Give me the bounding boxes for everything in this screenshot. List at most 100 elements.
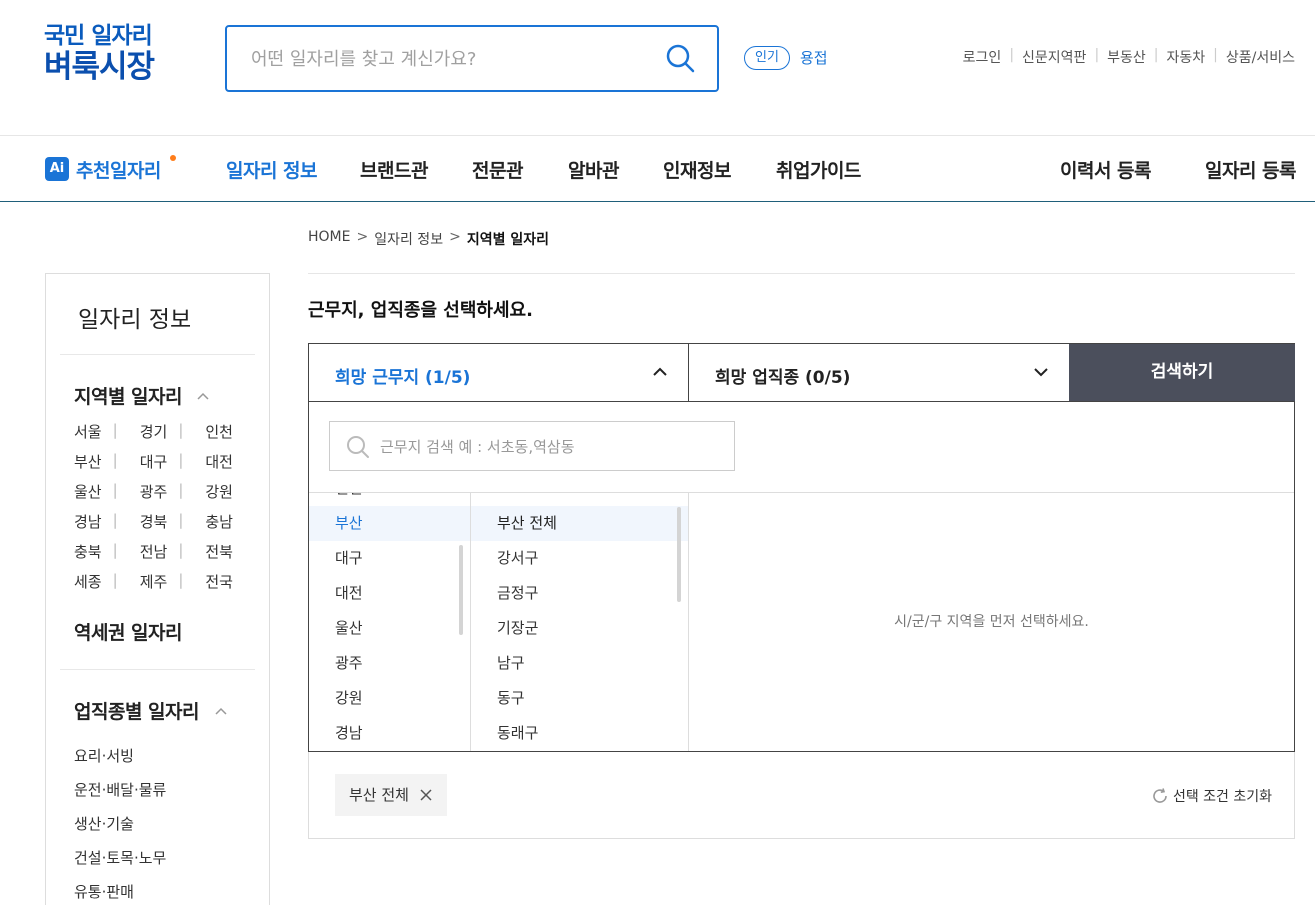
district-option[interactable]: 동래구 xyxy=(471,716,688,751)
nav-talent[interactable]: 인재정보 xyxy=(663,156,731,183)
district-option[interactable]: 금정구 xyxy=(471,576,688,611)
district-column[interactable]: 부산 전체 강서구 금정구 기장군 남구 동구 동래구 xyxy=(471,493,689,751)
nav-specialty[interactable]: 전문관 xyxy=(472,156,523,183)
job-category-link[interactable]: 생산·기술 xyxy=(74,807,166,841)
nav-brand[interactable]: 브랜드관 xyxy=(360,156,428,183)
divider: | xyxy=(112,421,118,439)
region-link[interactable]: 인천 xyxy=(205,421,244,451)
divider: | xyxy=(178,571,184,589)
district-option[interactable]: 남구 xyxy=(471,646,688,681)
divider: | xyxy=(112,541,118,559)
region-link[interactable]: 부산 xyxy=(74,451,113,481)
main-search xyxy=(225,25,719,92)
reset-conditions-button[interactable]: 선택 조건 초기화 xyxy=(1151,786,1272,806)
breadcrumb-job-info[interactable]: 일자리 정보 xyxy=(374,229,443,249)
region-link[interactable]: 세종 xyxy=(74,571,113,601)
main-search-input[interactable] xyxy=(251,43,651,75)
region-scrollbar[interactable] xyxy=(459,545,463,635)
region-link[interactable]: 대구 xyxy=(140,451,179,481)
selected-conditions: 부산 전체 선택 조건 초기화 xyxy=(308,752,1295,839)
region-link[interactable]: 전국 xyxy=(205,571,244,601)
goods-services-link[interactable]: 상품/서비스 xyxy=(1226,47,1295,67)
region-link[interactable]: 경북 xyxy=(140,511,179,541)
chevron-up-icon xyxy=(653,367,667,376)
chevron-up-icon[interactable] xyxy=(215,705,227,717)
chevron-up-icon[interactable] xyxy=(197,390,209,402)
region-link[interactable]: 전남 xyxy=(140,541,179,571)
district-option[interactable]: 동구 xyxy=(471,681,688,716)
popular-badge: 인기 xyxy=(744,46,790,70)
location-search xyxy=(329,421,735,471)
region-link[interactable]: 강원 xyxy=(205,481,244,511)
job-category-list: 요리·서빙 운전·배달·물류 생산·기술 건설·토목·노무 유통·판매 xyxy=(74,739,166,905)
region-option[interactable]: 광주 xyxy=(309,646,470,681)
logo[interactable]: 국민 일자리 벼룩시장 xyxy=(44,23,155,84)
region-link[interactable]: 경남 xyxy=(74,511,113,541)
tab-desired-location[interactable]: 희망 근무지 (1/5) xyxy=(309,344,689,401)
nav-career-guide[interactable]: 취업가이드 xyxy=(776,156,861,183)
login-link[interactable]: 로그인 xyxy=(963,47,1002,67)
breadcrumb-current: 지역별 일자리 xyxy=(466,232,549,248)
region-column[interactable]: 인천 부산 대구 대전 울산 광주 강원 경남 xyxy=(309,493,471,751)
district-option-selected[interactable]: 부산 전체 xyxy=(471,506,688,541)
sidebar-job-section[interactable]: 업직종별 일자리 xyxy=(74,697,199,724)
location-search-input[interactable] xyxy=(380,434,720,460)
region-link[interactable]: 경기 xyxy=(140,421,179,451)
region-link[interactable]: 제주 xyxy=(140,571,179,601)
nav-register-job[interactable]: 일자리 등록 xyxy=(1205,156,1297,183)
job-category-link[interactable]: 유통·판매 xyxy=(74,875,166,905)
logo-line1: 국민 일자리 xyxy=(44,23,153,49)
region-option[interactable]: 대전 xyxy=(309,576,470,611)
newspaper-region-link[interactable]: 신문지역판 xyxy=(1022,47,1086,67)
region-option[interactable]: 울산 xyxy=(309,611,470,646)
search-button[interactable]: 검색하기 xyxy=(1069,344,1295,401)
close-icon[interactable] xyxy=(419,788,433,802)
region-link[interactable]: 충남 xyxy=(205,511,244,541)
region-option[interactable]: 강원 xyxy=(309,681,470,716)
real-estate-link[interactable]: 부동산 xyxy=(1107,47,1146,67)
district-option[interactable]: 기장군 xyxy=(471,611,688,646)
region-link[interactable]: 울산 xyxy=(74,481,113,511)
region-option[interactable]: 대구 xyxy=(309,541,470,576)
utility-links: 로그인 | 신문지역판 | 부동산 | 자동차 | 상품/서비스 xyxy=(963,47,1295,67)
sidebar-region-section[interactable]: 지역별 일자리 xyxy=(74,382,183,409)
region-link[interactable]: 광주 xyxy=(140,481,179,511)
divider: | xyxy=(112,451,118,469)
tab-desired-job[interactable]: 희망 업직종 (0/5) xyxy=(689,344,1069,401)
nav-register-resume[interactable]: 이력서 등록 xyxy=(1060,156,1152,183)
search-icon[interactable] xyxy=(665,43,695,73)
divider: | xyxy=(112,481,118,499)
divider: | xyxy=(1094,47,1100,63)
sidebar-station-section[interactable]: 역세권 일자리 xyxy=(74,618,183,645)
nav-job-info[interactable]: 일자리 정보 xyxy=(226,156,318,183)
search-icon xyxy=(347,436,369,458)
nav-part-time[interactable]: 알바관 xyxy=(568,156,619,183)
page: 국민 일자리 벼룩시장 인기 용접 로그인 | 신문지역판 | 부동산 | 자동… xyxy=(0,0,1315,905)
divider: | xyxy=(1213,47,1218,63)
sidebar-divider xyxy=(60,669,255,670)
nav-recommend-jobs[interactable]: 추천일자리 xyxy=(76,156,161,183)
tab-desired-job-label: 희망 업직종 (0/5) xyxy=(715,368,851,388)
region-link[interactable]: 서울 xyxy=(74,421,113,451)
district-option[interactable]: 강서구 xyxy=(471,541,688,576)
car-link[interactable]: 자동차 xyxy=(1167,47,1206,67)
breadcrumb-separator: > xyxy=(356,229,369,245)
breadcrumb-home[interactable]: HOME xyxy=(308,229,350,249)
job-category-link[interactable]: 운전·배달·물류 xyxy=(74,773,166,807)
location-panel: 인천 부산 대구 대전 울산 광주 강원 경남 부산 전체 강서구 금정구 기장… xyxy=(308,401,1295,752)
selector-bar: 희망 근무지 (1/5) 희망 업직종 (0/5) 검색하기 xyxy=(308,343,1295,402)
region-option-selected[interactable]: 부산 xyxy=(309,506,470,541)
region-link[interactable]: 전북 xyxy=(205,541,244,571)
global-nav: 추천일자리 일자리 정보 브랜드관 전문관 알바관 인재정보 취업가이드 이력서… xyxy=(0,136,1315,202)
region-link[interactable]: 대전 xyxy=(205,451,244,481)
popular-keyword[interactable]: 용접 xyxy=(800,47,828,68)
region-link[interactable]: 충북 xyxy=(74,541,113,571)
job-category-link[interactable]: 건설·토목·노무 xyxy=(74,841,166,875)
district-scrollbar[interactable] xyxy=(677,507,681,602)
region-option[interactable]: 경남 xyxy=(309,716,470,751)
selected-chip: 부산 전체 xyxy=(335,774,447,816)
chevron-down-icon xyxy=(1034,368,1048,377)
region-option[interactable]: 인천 xyxy=(309,493,470,506)
job-category-link[interactable]: 요리·서빙 xyxy=(74,739,166,773)
reset-label: 선택 조건 초기화 xyxy=(1172,789,1272,805)
